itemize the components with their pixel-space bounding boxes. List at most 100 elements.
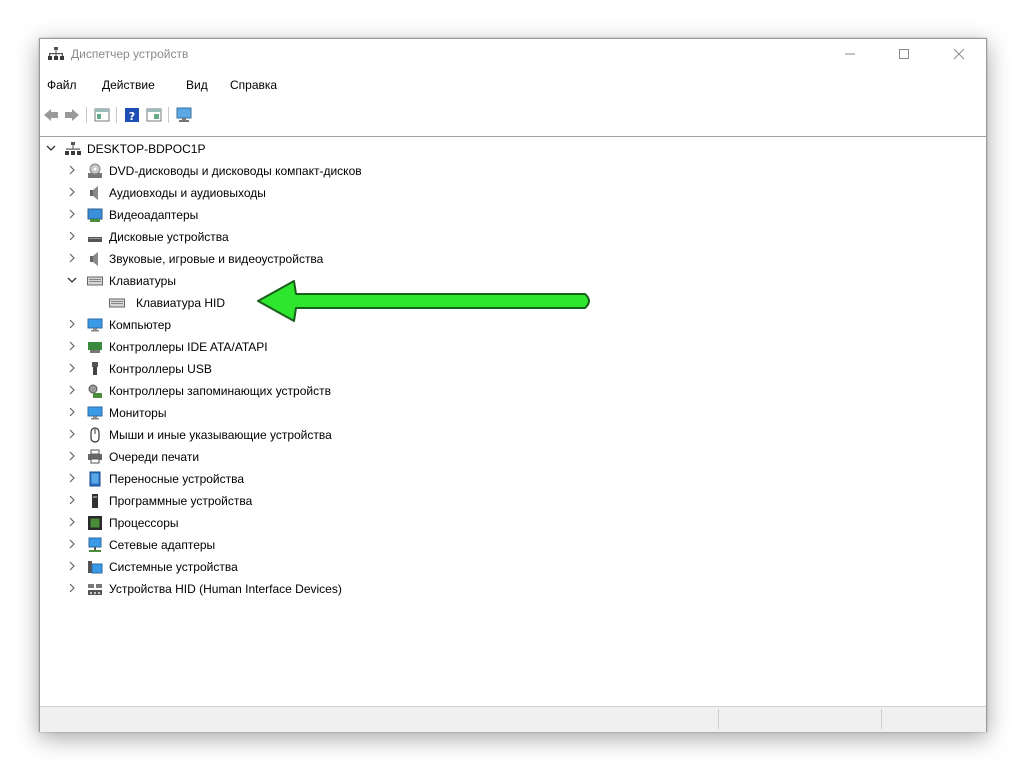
tree-category[interactable]: Переносные устройства [40, 468, 640, 490]
chevron-right-icon[interactable] [67, 561, 77, 571]
toolbar-separator [86, 107, 87, 123]
menu-help[interactable]: Справка [230, 78, 277, 92]
tree-root[interactable]: DESKTOP-BDPOC1P [40, 138, 640, 160]
close-icon [953, 48, 965, 60]
tree-category-label: Клавиатуры [109, 274, 176, 288]
toolbar-separator [168, 107, 169, 123]
keyboard-icon [87, 273, 103, 289]
tree-category[interactable]: Дисковые устройства [40, 226, 640, 248]
chevron-right-icon[interactable] [67, 231, 77, 241]
tree-category[interactable]: Аудиовходы и аудиовыходы [40, 182, 640, 204]
software-device-icon [87, 493, 103, 509]
tree-category[interactable]: Видеоадаптеры [40, 204, 640, 226]
chevron-right-icon[interactable] [67, 429, 77, 439]
mouse-icon [87, 427, 103, 443]
tree-category[interactable]: Процессоры [40, 512, 640, 534]
properties-button[interactable] [92, 105, 112, 125]
display-adapter-icon [87, 207, 103, 223]
tree-category[interactable]: Сетевые адаптеры [40, 534, 640, 556]
properties-icon [94, 108, 110, 122]
tree-category-label: Компьютер [109, 318, 172, 332]
menu-view[interactable]: Вид [186, 78, 208, 92]
chevron-right-icon[interactable] [67, 319, 77, 329]
green-arrow-annotation [257, 280, 590, 322]
device-manager-icon [48, 47, 64, 61]
network-adapter-icon [87, 537, 103, 553]
menu-file[interactable]: Файл [47, 78, 77, 92]
menu-bar: Файл Действие Вид Справка [40, 75, 986, 97]
forward-button[interactable] [62, 105, 82, 125]
tree-category-label: Дисковые устройства [109, 230, 229, 244]
tree-category[interactable]: Очереди печати [40, 446, 640, 468]
tree-category-label: Аудиовходы и аудиовыходы [109, 186, 266, 200]
svg-text:?: ? [129, 110, 135, 123]
device-manager-window: Диспетчер устройств Файл Действие Вид Сп… [39, 38, 987, 732]
maximize-button[interactable] [881, 39, 927, 69]
tree-category-label: DVD-дисководы и дисководы компакт-дисков [109, 164, 362, 178]
tree-category-label: Мониторы [109, 406, 167, 420]
printer-icon [87, 449, 103, 465]
chevron-right-icon[interactable] [67, 209, 77, 219]
monitor-icon [87, 317, 103, 333]
hid-device-icon [87, 581, 103, 597]
chevron-right-icon[interactable] [67, 451, 77, 461]
chevron-right-icon[interactable] [67, 341, 77, 351]
forward-icon [65, 109, 79, 121]
tree-category[interactable]: Устройства HID (Human Interface Devices) [40, 578, 640, 600]
chevron-right-icon[interactable] [67, 363, 77, 373]
tree-category[interactable]: Мониторы [40, 402, 640, 424]
tree-category-label: Переносные устройства [109, 472, 245, 486]
tree-category-label: Контроллеры IDE ATA/ATAPI [109, 340, 268, 354]
tree-category[interactable]: DVD-дисководы и дисководы компакт-дисков [40, 160, 640, 182]
tree-device-label: Клавиатура HID [136, 296, 225, 310]
menu-action[interactable]: Действие [102, 78, 155, 92]
tree-category[interactable]: Контроллеры запоминающих устройств [40, 380, 640, 402]
window-title: Диспетчер устройств [71, 47, 189, 61]
chevron-right-icon[interactable] [67, 517, 77, 527]
tree-category-label: Системные устройства [109, 560, 238, 574]
chevron-down-icon[interactable] [46, 143, 56, 153]
toolbar: ? [40, 103, 986, 127]
system-device-icon [87, 559, 103, 575]
computer-network-icon [65, 141, 81, 157]
chevron-right-icon[interactable] [67, 539, 77, 549]
close-button[interactable] [936, 39, 982, 69]
storage-controller-icon [87, 383, 103, 399]
chevron-right-icon[interactable] [67, 253, 77, 263]
tree-category[interactable]: Звуковые, игровые и видеоустройства [40, 248, 640, 270]
status-divider [718, 709, 719, 729]
chevron-right-icon[interactable] [67, 407, 77, 417]
chevron-right-icon[interactable] [67, 583, 77, 593]
minimize-button[interactable] [827, 39, 873, 69]
help-button[interactable]: ? [122, 105, 142, 125]
scan-hardware-button[interactable] [174, 105, 194, 125]
portable-device-icon [87, 471, 103, 487]
back-icon [44, 109, 58, 121]
tree-category[interactable]: Контроллеры IDE ATA/ATAPI [40, 336, 640, 358]
tree-root-label: DESKTOP-BDPOC1P [87, 142, 206, 156]
chevron-right-icon[interactable] [67, 187, 77, 197]
tree-category[interactable]: Системные устройства [40, 556, 640, 578]
update-driver-icon [146, 108, 162, 122]
chevron-right-icon[interactable] [67, 473, 77, 483]
tree-category[interactable]: Программные устройства [40, 490, 640, 512]
chevron-down-icon[interactable] [67, 275, 77, 285]
back-button[interactable] [41, 105, 61, 125]
tree-category-label: Видеоадаптеры [109, 208, 199, 222]
tree-category[interactable]: Мыши и иные указывающие устройства [40, 424, 640, 446]
minimize-icon [845, 53, 855, 55]
chevron-right-icon[interactable] [67, 495, 77, 505]
status-bar [40, 706, 986, 732]
chevron-right-icon[interactable] [67, 385, 77, 395]
update-driver-button[interactable] [144, 105, 164, 125]
tree-category-label: Контроллеры запоминающих устройств [109, 384, 331, 398]
tree-category[interactable]: Контроллеры USB [40, 358, 640, 380]
scan-hardware-icon [176, 107, 192, 122]
tree-category-label: Звуковые, игровые и видеоустройства [109, 252, 324, 266]
tree-category-label: Очереди печати [109, 450, 200, 464]
title-bar[interactable]: Диспетчер устройств [40, 39, 986, 69]
device-tree: DESKTOP-BDPOC1P DVD-дисководы и дисковод… [40, 136, 986, 706]
status-divider [881, 709, 882, 729]
chevron-right-icon[interactable] [67, 165, 77, 175]
processor-icon [87, 515, 103, 531]
